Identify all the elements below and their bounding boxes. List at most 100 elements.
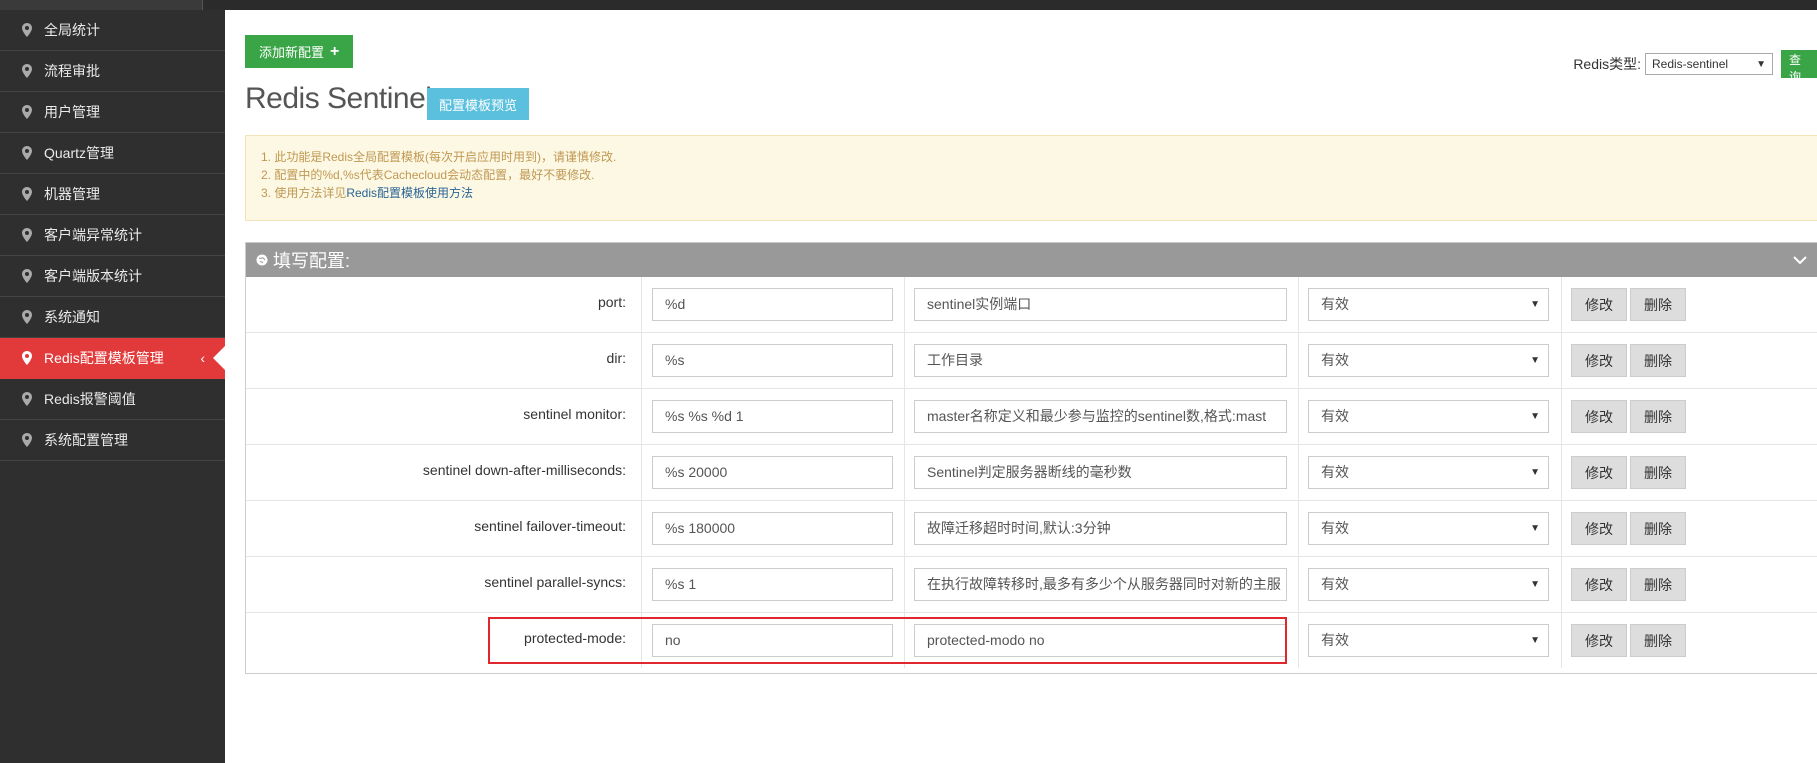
sidebar-item-redis-config-templates[interactable]: Redis配置模板管理 ‹: [0, 338, 225, 379]
config-desc-input[interactable]: 在执行故障转移时,最多有多少个从服务器同时对新的主服: [914, 568, 1287, 601]
config-status-select[interactable]: 有效 ▼: [1308, 568, 1549, 601]
delete-button[interactable]: 删除: [1630, 512, 1686, 545]
config-desc-input[interactable]: 故障迁移超时时间,默认:3分钟: [914, 512, 1287, 545]
top-bar-nub: [0, 0, 203, 10]
config-value-input[interactable]: %s: [652, 344, 893, 377]
config-row-protected-mode: protected-mode: no protected-modo no 有效 ▼…: [246, 613, 1817, 668]
config-status-select[interactable]: 有效 ▼: [1308, 344, 1549, 377]
config-status-value: 有效: [1321, 520, 1349, 536]
config-key: sentinel parallel-syncs:: [246, 557, 642, 612]
sidebar-item-label: Quartz管理: [44, 145, 115, 161]
sidebar-item-label: 用户管理: [44, 104, 100, 120]
dropdown-arrow-icon: ▼: [1530, 299, 1540, 310]
config-row-down-after-milliseconds: sentinel down-after-milliseconds: %s 200…: [246, 445, 1817, 501]
modify-button[interactable]: 修改: [1571, 568, 1627, 601]
sidebar-item-label: Redis报警阈值: [44, 391, 136, 407]
config-desc-input[interactable]: protected-modo no: [914, 624, 1287, 657]
dropdown-arrow-icon: ▼: [1530, 411, 1540, 422]
modify-button[interactable]: 修改: [1571, 400, 1627, 433]
redis-type-select[interactable]: Redis-sentinel ▼: [1645, 53, 1773, 75]
sidebar-item-label: 全局统计: [44, 22, 100, 38]
modify-button[interactable]: 修改: [1571, 456, 1627, 489]
config-status-value: 有效: [1321, 576, 1349, 592]
config-status-value: 有效: [1321, 352, 1349, 368]
map-pin-icon: [20, 267, 34, 285]
sidebar-item-client-exceptions[interactable]: 客户端异常统计: [0, 215, 225, 256]
sidebar-item-label: Redis配置模板管理: [44, 350, 164, 366]
notice-line-1: 1. 此功能是Redis全局配置模板(每次开启应用时用到)，请谨慎修改.: [261, 150, 617, 164]
config-status-select[interactable]: 有效 ▼: [1308, 456, 1549, 489]
config-key: sentinel monitor:: [246, 389, 642, 444]
sidebar: 全局统计 流程审批 用户管理 Quartz管理 机器管理 客户端异常统计 客户端…: [0, 10, 225, 763]
main-content: 添加新配置 + Redis类型: Redis-sentinel ▼ 查询 Red…: [225, 10, 1817, 763]
config-status-select[interactable]: 有效 ▼: [1308, 400, 1549, 433]
map-pin-icon: [20, 226, 34, 244]
config-desc-input[interactable]: master名称定义和最少参与监控的sentinel数,格式:mast: [914, 400, 1287, 433]
chevron-left-icon: ‹: [200, 350, 205, 366]
config-row-dir: dir: %s 工作目录 有效 ▼ 修改 删除: [246, 333, 1817, 389]
sidebar-item-label: 机器管理: [44, 186, 100, 202]
map-pin-icon: [20, 185, 34, 203]
modify-button[interactable]: 修改: [1571, 288, 1627, 321]
dropdown-arrow-icon: ▼: [1530, 579, 1540, 590]
globe-icon: [256, 254, 268, 266]
sidebar-item-label: 流程审批: [44, 63, 100, 79]
add-config-label: 添加新配置: [259, 45, 325, 60]
delete-button[interactable]: 删除: [1630, 624, 1686, 657]
sidebar-item-workflow[interactable]: 流程审批: [0, 51, 225, 92]
dropdown-arrow-icon: ▼: [1756, 58, 1766, 70]
delete-button[interactable]: 删除: [1630, 400, 1686, 433]
sidebar-item-quartz[interactable]: Quartz管理: [0, 133, 225, 174]
map-pin-icon: [20, 431, 34, 449]
config-status-select[interactable]: 有效 ▼: [1308, 288, 1549, 321]
dropdown-arrow-icon: ▼: [1530, 467, 1540, 478]
dropdown-arrow-icon: ▼: [1530, 355, 1540, 366]
sidebar-item-machines[interactable]: 机器管理: [0, 174, 225, 215]
redis-type-filter: Redis类型: Redis-sentinel ▼ 查询: [1573, 50, 1817, 84]
modify-button[interactable]: 修改: [1571, 624, 1627, 657]
config-value-input[interactable]: %d: [652, 288, 893, 321]
config-key: dir:: [246, 333, 642, 388]
sidebar-item-client-versions[interactable]: 客户端版本统计: [0, 256, 225, 297]
notice-line-3-prefix: 3. 使用方法详见: [261, 186, 347, 200]
config-panel-header: 填写配置:: [246, 243, 1817, 277]
map-pin-icon: [20, 308, 34, 326]
config-value-input[interactable]: %s %s %d 1: [652, 400, 893, 433]
add-config-button[interactable]: 添加新配置 +: [245, 35, 354, 68]
sidebar-item-users[interactable]: 用户管理: [0, 92, 225, 133]
sidebar-item-label: 系统配置管理: [44, 432, 128, 448]
config-value-input[interactable]: %s 20000: [652, 456, 893, 489]
query-button[interactable]: 查询: [1781, 50, 1817, 84]
sidebar-item-label: 系统通知: [44, 309, 100, 325]
sidebar-item-system-config[interactable]: 系统配置管理: [0, 420, 225, 461]
modify-button[interactable]: 修改: [1571, 512, 1627, 545]
sidebar-item-global-stats[interactable]: 全局统计: [0, 10, 225, 51]
delete-button[interactable]: 删除: [1630, 344, 1686, 377]
config-value-input[interactable]: no: [652, 624, 893, 657]
map-pin-icon: [20, 21, 34, 39]
config-template-preview-button[interactable]: 配置模板预览: [427, 88, 530, 120]
usage-guide-link[interactable]: Redis配置模板使用方法: [346, 186, 473, 200]
config-desc-input[interactable]: sentinel实例端口: [914, 288, 1287, 321]
map-pin-icon: [20, 349, 34, 367]
sidebar-item-notifications[interactable]: 系统通知: [0, 297, 225, 338]
config-desc-input[interactable]: Sentinel判定服务器断线的毫秒数: [914, 456, 1287, 489]
delete-button[interactable]: 删除: [1630, 288, 1686, 321]
redis-type-value: Redis-sentinel: [1652, 57, 1729, 71]
config-status-value: 有效: [1321, 464, 1349, 480]
config-value-input[interactable]: %s 180000: [652, 512, 893, 545]
map-pin-icon: [20, 103, 34, 121]
config-panel: 填写配置: port: %d sentinel实例端口 有效 ▼ 修改 删除 di…: [245, 242, 1817, 674]
chevron-down-icon[interactable]: [1791, 251, 1809, 274]
config-status-select[interactable]: 有效 ▼: [1308, 624, 1549, 657]
sidebar-item-label: 客户端版本统计: [44, 268, 142, 284]
config-status-select[interactable]: 有效 ▼: [1308, 512, 1549, 545]
config-desc-input[interactable]: 工作目录: [914, 344, 1287, 377]
notice-line-3: 3. 使用方法详见Redis配置模板使用方法: [261, 184, 1802, 202]
config-value-input[interactable]: %s 1: [652, 568, 893, 601]
delete-button[interactable]: 删除: [1630, 456, 1686, 489]
sidebar-item-redis-alert-thresholds[interactable]: Redis报警阈值: [0, 379, 225, 420]
modify-button[interactable]: 修改: [1571, 344, 1627, 377]
delete-button[interactable]: 删除: [1630, 568, 1686, 601]
plus-icon: +: [330, 42, 340, 60]
